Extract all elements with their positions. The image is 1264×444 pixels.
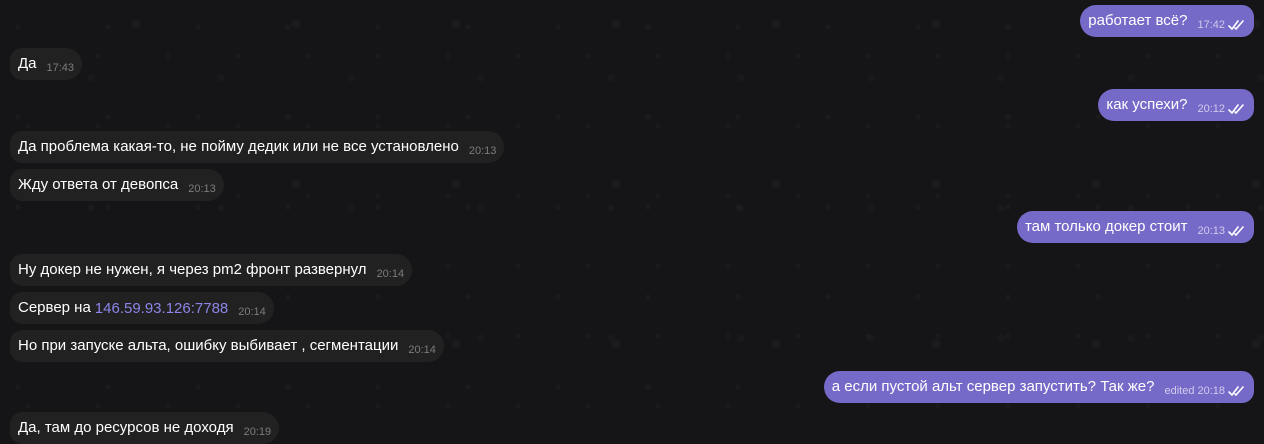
message-meta: 20:12 bbox=[1197, 103, 1246, 115]
message-text: Да bbox=[18, 55, 37, 72]
message-text: Да, там до ресурсов не доходя bbox=[18, 419, 234, 436]
message-incoming[interactable]: Да 17:43 bbox=[10, 48, 83, 80]
message-text: работает всё? bbox=[1088, 12, 1188, 29]
message-text: Сервер на bbox=[18, 299, 91, 316]
message-text: Жду ответа от девопса bbox=[18, 176, 179, 193]
message-meta: 20:13 bbox=[469, 145, 497, 157]
message-time: 20:12 bbox=[1197, 103, 1225, 115]
message-text: Ну докер не нужен, я через pm2 фронт раз… bbox=[18, 261, 367, 278]
message-time: 17:42 bbox=[1197, 19, 1225, 31]
message-meta: 20:14 bbox=[238, 306, 266, 318]
message-text: а если пустой альт сервер запустить? Так… bbox=[831, 378, 1155, 395]
double-check-icon bbox=[1228, 226, 1244, 236]
message-incoming[interactable]: Жду ответа от девопса 20:13 bbox=[10, 169, 224, 201]
message-time: 20:13 bbox=[468, 145, 497, 157]
message-meta: 17:43 bbox=[47, 62, 75, 74]
message-incoming[interactable]: Сервер на 146.59.93.126:7788 20:14 bbox=[10, 292, 274, 324]
message-time: 20:13 bbox=[188, 183, 216, 195]
message-outgoing[interactable]: а если пустой альт сервер запустить? Так… bbox=[823, 371, 1254, 403]
message-incoming[interactable]: Да, там до ресурсов не доходя 20:19 bbox=[10, 412, 280, 444]
message-meta: edited 20:18 bbox=[1164, 385, 1246, 397]
message-incoming[interactable]: Но при запуске альта, ошибку выбивает , … bbox=[10, 330, 444, 362]
message-time: 20:13 bbox=[1197, 225, 1225, 237]
message-outgoing[interactable]: там только докер стоит 20:13 bbox=[1016, 211, 1254, 243]
message-time: 20:14 bbox=[376, 268, 405, 280]
message-time: 20:14 bbox=[408, 344, 436, 356]
message-outgoing[interactable]: работает всё? 17:42 bbox=[1080, 5, 1254, 37]
message-text: Да проблема какая-то, не пойму дедик или… bbox=[18, 138, 459, 155]
message-time: 20:18 bbox=[1197, 385, 1225, 397]
message-text: там только докер стоит bbox=[1024, 218, 1188, 235]
message-meta: 20:13 bbox=[188, 183, 216, 195]
message-text: Но при запуске альта, ошибку выбивает , … bbox=[18, 337, 399, 354]
message-meta: 20:14 bbox=[377, 268, 405, 280]
message-meta: 20:19 bbox=[244, 426, 272, 438]
double-check-icon bbox=[1228, 20, 1244, 30]
double-check-icon bbox=[1228, 104, 1244, 114]
message-meta: 17:42 bbox=[1197, 19, 1246, 31]
message-meta: 20:14 bbox=[408, 344, 436, 356]
message-incoming[interactable]: Да проблема какая-то, не пойму дедик или… bbox=[10, 131, 505, 163]
message-time: 17:43 bbox=[46, 62, 75, 74]
message-text: как успехи? bbox=[1106, 96, 1188, 113]
server-address-link[interactable]: 146.59.93.126:7788 bbox=[95, 300, 228, 317]
message-meta: 20:13 bbox=[1197, 225, 1246, 237]
message-outgoing[interactable]: как успехи? 20:12 bbox=[1098, 89, 1254, 121]
message-time: 20:14 bbox=[238, 306, 266, 318]
message-edited-label: edited bbox=[1164, 385, 1195, 397]
double-check-icon bbox=[1228, 386, 1244, 396]
message-incoming[interactable]: Ну докер не нужен, я через pm2 фронт раз… bbox=[10, 254, 413, 286]
message-time: 20:19 bbox=[243, 426, 272, 438]
